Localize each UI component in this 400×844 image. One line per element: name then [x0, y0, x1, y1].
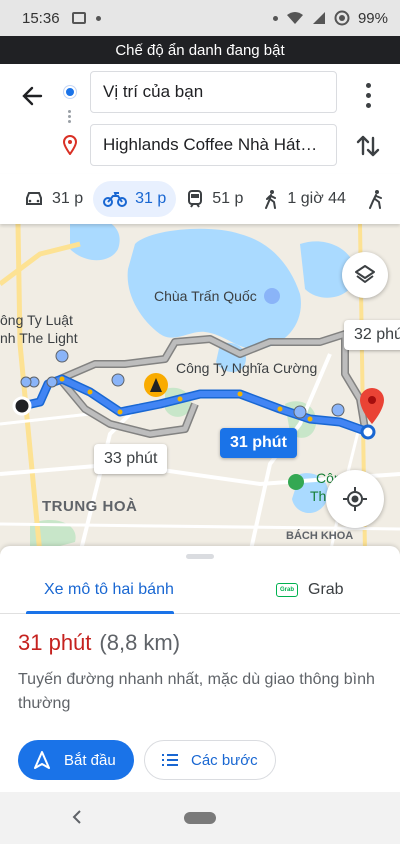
walk-icon	[265, 190, 277, 209]
map-label-company-left-2: nh The Light	[0, 330, 78, 346]
mode-motorbike[interactable]: 31 p	[93, 181, 177, 217]
destination-input[interactable]: Highlands Coffee Nhà Hát…	[90, 124, 337, 166]
wifi-icon	[286, 12, 303, 24]
steps-button[interactable]: Các bước	[144, 740, 276, 780]
mode-car[interactable]: 31 p	[14, 181, 93, 217]
nav-back-button[interactable]	[70, 808, 84, 826]
swap-directions-button[interactable]	[354, 132, 382, 160]
list-icon	[162, 754, 178, 766]
tab-grab[interactable]: Grab Grab	[276, 566, 344, 614]
route-duration: 31 phút	[18, 630, 92, 655]
bike-icon	[368, 190, 382, 209]
route-details-sheet: Xe mô tô hai bánh Grab Grab 31 phút (8,8 …	[0, 546, 400, 796]
my-location-button[interactable]	[326, 470, 384, 528]
image-notification-icon	[71, 12, 86, 24]
status-time: 15:36	[22, 9, 60, 27]
map-label-company-left-1: ông Ty Luật	[0, 312, 73, 328]
status-dot-icon	[272, 15, 278, 21]
mode-bike[interactable]	[356, 181, 394, 217]
incognito-banner: Chế độ ẩn danh đang bật	[0, 36, 400, 64]
map-label-bach-khoa: BÁCH KHOA	[286, 530, 354, 542]
battery-level: 99%	[357, 9, 388, 27]
route-duration-alt-left[interactable]: 33 phút	[94, 444, 168, 474]
battery-icon	[334, 10, 350, 26]
mode-walk[interactable]: 1 giờ 44	[253, 181, 356, 217]
route-distance: (8,8 km)	[99, 630, 181, 655]
mode-motorbike-label: 31 p	[135, 190, 167, 207]
map-label-district: TRUNG HOÀ	[42, 498, 138, 515]
motorbike-icon	[103, 192, 128, 207]
layers-icon	[355, 265, 375, 283]
tab-motorbike[interactable]: Xe mô tô hai bánh	[44, 566, 174, 614]
my-location-icon	[343, 487, 367, 511]
map-view[interactable]: Chùa Trấn Quốc ông Ty Luật nh The Light …	[0, 224, 400, 554]
map-label-company-mid: Công Ty Nghĩa Cường	[176, 360, 318, 376]
back-button[interactable]	[14, 78, 50, 114]
transit-icon	[188, 190, 203, 208]
tab-grab-label: Grab	[308, 581, 344, 598]
travel-mode-tabs: 31 p 31 p 51 p 1 giờ 44	[0, 174, 400, 224]
grab-logo-icon: Grab	[276, 583, 298, 597]
navigation-arrow-icon	[34, 751, 50, 769]
mode-walk-label: 1 giờ 44	[287, 190, 346, 207]
mode-transit-label: 51 p	[212, 190, 244, 207]
steps-label: Các bước	[191, 751, 258, 769]
sheet-drag-handle[interactable]	[186, 554, 214, 559]
route-note: Tuyến đường nhanh nhất, mặc dù giao thôn…	[18, 671, 375, 712]
map-label-pagoda: Chùa Trấn Quốc	[154, 288, 257, 304]
more-options-button[interactable]	[356, 80, 380, 110]
system-nav-bar	[0, 792, 400, 844]
destination-pin-icon	[62, 135, 78, 155]
start-label: Bắt đầu	[64, 751, 116, 769]
route-connector-icon	[68, 108, 72, 130]
mode-transit[interactable]: 51 p	[176, 181, 253, 217]
signal-icon	[312, 12, 325, 24]
route-duration-selected[interactable]: 31 phút	[220, 428, 297, 458]
sheet-tabs: Xe mô tô hai bánh Grab Grab	[0, 566, 400, 614]
layers-button[interactable]	[342, 252, 388, 298]
status-bar: 15:36 99%	[0, 0, 400, 36]
route-header: Vị trí của bạn Highlands Coffee Nhà Hát…	[0, 64, 400, 174]
map-label-cong-2: Th	[310, 488, 327, 504]
origin-input[interactable]: Vị trí của bạn	[90, 71, 337, 113]
mode-car-label: 31 p	[52, 190, 84, 207]
nav-home-button[interactable]	[184, 812, 216, 824]
origin-dot-icon	[64, 86, 76, 98]
start-navigation-button[interactable]: Bắt đầu	[18, 740, 134, 780]
car-icon	[26, 192, 42, 205]
arrow-back-icon	[22, 86, 43, 106]
notification-dot-icon	[95, 15, 101, 21]
route-duration-alt-right[interactable]: 32 phú	[344, 320, 400, 350]
active-tab-indicator	[26, 611, 174, 614]
route-summary: 31 phút (8,8 km)	[18, 630, 180, 656]
